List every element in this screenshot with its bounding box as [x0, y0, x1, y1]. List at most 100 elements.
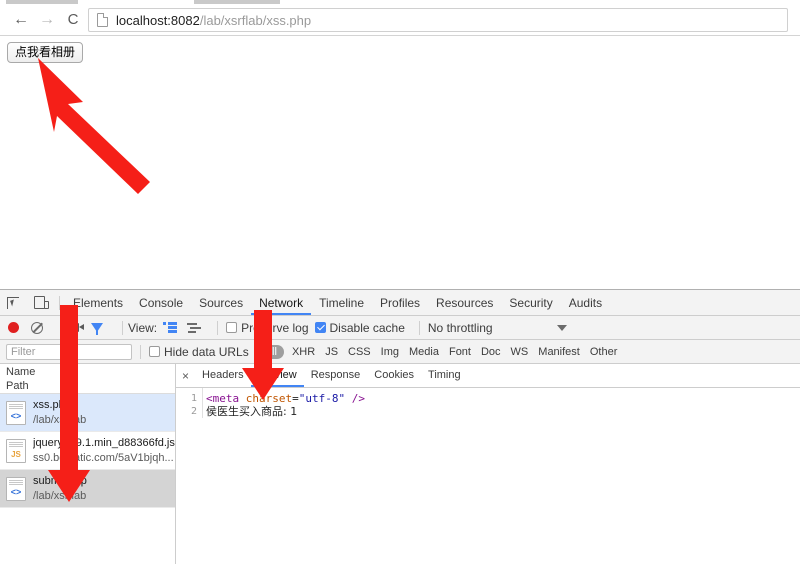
file-badge: <>: [10, 486, 22, 497]
list-view-icon[interactable]: [163, 322, 178, 333]
divider: [60, 320, 61, 335]
code-line: 2 侯医生买入商品: 1: [176, 405, 800, 418]
close-icon[interactable]: ×: [182, 370, 189, 382]
tab-sources[interactable]: Sources: [191, 291, 251, 315]
screenshot-root: ← → C localhost:8082/lab/xsrflab/xss.php…: [0, 0, 800, 564]
request-path: ss0.bdstatic.com/5aV1bjqh...: [33, 451, 174, 464]
filter-type-js[interactable]: JS: [320, 345, 343, 359]
tab-security[interactable]: Security: [501, 291, 560, 315]
page-viewport: 点我看相册: [0, 36, 800, 289]
code-token-attr: charset: [239, 392, 293, 405]
column-header-path[interactable]: Path: [6, 379, 175, 393]
line-number: 2: [190, 406, 197, 417]
detail-tab-cookies[interactable]: Cookies: [367, 364, 421, 387]
tab-console[interactable]: Console: [131, 291, 191, 315]
table-row[interactable]: <> xss.php /lab/xsrflab: [0, 394, 175, 432]
clear-icon[interactable]: [31, 321, 43, 334]
camera-icon[interactable]: [66, 323, 84, 332]
code-token-tag-close: />: [345, 392, 365, 405]
url-text: localhost:8082/lab/xsrflab/xss.php: [116, 13, 311, 28]
table-row[interactable]: JS jquery-1.9.1.min_d88366fd.js ss0.bdst…: [0, 432, 175, 470]
request-detail-pane: × Headers Preview Response Cookies Timin…: [176, 364, 800, 564]
document-code-icon: <>: [6, 476, 26, 501]
filter-type-ws[interactable]: WS: [506, 345, 534, 359]
divider: [122, 320, 123, 335]
filter-type-css[interactable]: CSS: [343, 345, 376, 359]
hide-data-urls-label: Hide data URLs: [164, 344, 249, 359]
filter-type-other[interactable]: Other: [585, 345, 623, 359]
preserve-log-checkbox[interactable]: [226, 322, 238, 333]
filter-type-img[interactable]: Img: [376, 345, 404, 359]
device-toolbar-icon[interactable]: [26, 291, 52, 315]
record-icon[interactable]: [8, 322, 19, 333]
line-number: 1: [190, 393, 197, 404]
request-list: Name Path <> xss.php /lab/xsrflab JS jqu…: [0, 364, 176, 564]
devtools-panel: Elements Console Sources Network Timelin…: [0, 289, 800, 564]
tab-timeline[interactable]: Timeline: [311, 291, 372, 315]
code-line: 1 <meta charset="utf-8" />: [176, 392, 800, 405]
browser-tab-stub[interactable]: [194, 0, 280, 4]
request-path: /lab/xsrflab: [33, 413, 87, 426]
network-toolbar: View: Preserve log Disable cache No thro…: [0, 316, 800, 340]
column-header-name[interactable]: Name: [6, 365, 175, 379]
browser-tab-stub[interactable]: [6, 0, 78, 4]
filter-type-media[interactable]: Media: [404, 345, 444, 359]
detail-tab-bar: × Headers Preview Response Cookies Timin…: [176, 364, 800, 388]
back-icon[interactable]: ←: [12, 11, 30, 29]
network-body: Name Path <> xss.php /lab/xsrflab JS jqu…: [0, 364, 800, 564]
view-label: View:: [128, 320, 158, 335]
javascript-file-icon: JS: [6, 438, 26, 463]
filter-type-font[interactable]: Font: [444, 345, 476, 359]
browser-toolbar: ← → C localhost:8082/lab/xsrflab/xss.php: [0, 5, 800, 36]
detail-tab-preview[interactable]: Preview: [250, 364, 304, 387]
table-row[interactable]: <> submit.php /lab/xsrflab: [0, 470, 175, 508]
url-host: localhost:8082: [116, 12, 200, 28]
detail-tab-timing[interactable]: Timing: [421, 364, 468, 387]
url-path: /lab/xsrflab/xss.php: [199, 12, 312, 28]
page-document-icon: [97, 13, 108, 27]
filter-type-manifest[interactable]: Manifest: [533, 345, 585, 359]
filter-type-doc[interactable]: Doc: [476, 345, 506, 359]
network-filter-bar: Filter Hide data URLs All XHR JS CSS Img…: [0, 340, 800, 364]
detail-tab-headers[interactable]: Headers: [195, 364, 251, 387]
inspect-element-icon[interactable]: [0, 291, 26, 315]
tab-resources[interactable]: Resources: [428, 291, 501, 315]
forward-icon[interactable]: →: [38, 11, 56, 29]
waterfall-view-icon[interactable]: [187, 322, 202, 333]
filter-input[interactable]: Filter: [6, 343, 132, 360]
code-token-plain: =: [292, 392, 299, 405]
tab-elements[interactable]: Elements: [65, 291, 131, 315]
request-path: /lab/xsrflab: [33, 489, 87, 502]
filter-funnel-icon[interactable]: [91, 323, 103, 335]
divider: [59, 295, 60, 310]
divider: [217, 320, 219, 335]
preview-code-area: 1 <meta charset="utf-8" /> 2 侯医生买入商品: 1: [176, 388, 800, 418]
file-badge: JS: [11, 449, 21, 459]
request-name: jquery-1.9.1.min_d88366fd.js: [33, 436, 175, 449]
chevron-down-icon[interactable]: [556, 324, 567, 331]
code-token-tag: <meta: [206, 392, 240, 405]
filter-type-xhr[interactable]: XHR: [287, 345, 320, 359]
filter-type-all[interactable]: All: [257, 344, 284, 359]
code-token-value: "utf-8": [298, 392, 346, 405]
request-list-header: Name Path: [0, 364, 175, 394]
file-badge: <>: [10, 410, 22, 421]
detail-tab-response[interactable]: Response: [304, 364, 368, 387]
tab-network[interactable]: Network: [251, 291, 312, 315]
address-bar[interactable]: localhost:8082/lab/xsrflab/xss.php: [88, 8, 788, 32]
divider: [418, 320, 420, 335]
reload-icon[interactable]: C: [64, 11, 82, 29]
preserve-log-label: Preserve log: [241, 320, 309, 335]
tab-audits[interactable]: Audits: [561, 291, 610, 315]
hide-data-urls-checkbox[interactable]: [149, 346, 160, 357]
disable-cache-label: Disable cache: [329, 320, 405, 335]
tab-profiles[interactable]: Profiles: [372, 291, 428, 315]
view-album-button[interactable]: 点我看相册: [7, 42, 84, 63]
document-code-icon: <>: [6, 400, 26, 425]
request-name: xss.php: [33, 398, 71, 411]
code-token-text: 侯医生买入商品: 1: [206, 405, 298, 418]
devtools-tab-bar: Elements Console Sources Network Timelin…: [0, 290, 800, 316]
disable-cache-checkbox[interactable]: [314, 322, 326, 333]
request-name: submit.php: [33, 474, 87, 487]
throttling-value[interactable]: No throttling: [428, 321, 493, 335]
